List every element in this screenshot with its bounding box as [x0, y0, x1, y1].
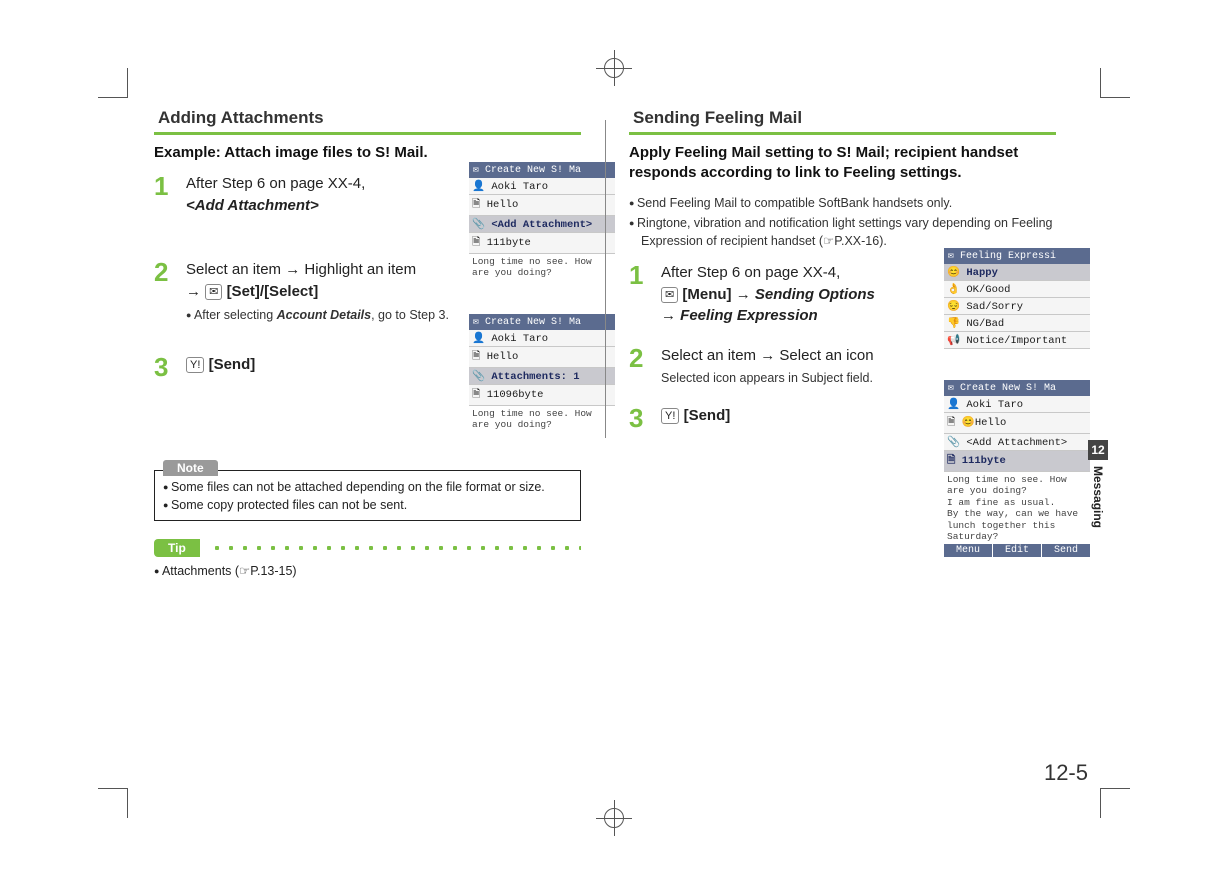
tip-line: Attachments (☞P.13-15) — [154, 563, 581, 578]
phone-screenshot-1-right: ✉ Feeling Expressi 😊 Happy 👌 OK/Good 😔 S… — [944, 248, 1090, 349]
screenshot-title: ✉ Create New S! Ma — [469, 314, 615, 330]
bullet-item: Send Feeling Mail to compatible SoftBank… — [629, 194, 1056, 212]
tip-label: Tip — [154, 539, 200, 557]
registration-mark-bottom — [596, 800, 632, 836]
mail-key-icon: ✉ — [661, 287, 678, 303]
step-number: 3 — [154, 354, 186, 380]
step-text: After Step 6 on page XX-4, — [186, 175, 365, 192]
step-number: 3 — [629, 405, 661, 431]
step-number: 2 — [629, 345, 661, 371]
screenshot-rows: 👤 Aoki Taro 🗎 😊Hello 📎 <Add Attachment> … — [944, 396, 1090, 472]
screenshot-title: ✉ Create New S! Ma — [469, 162, 615, 178]
right-column: Sending Feeling Mail Apply Feeling Mail … — [605, 100, 1080, 578]
intro-right: Apply Feeling Mail setting to S! Mail; r… — [629, 143, 1056, 184]
y-key-icon: Y! — [186, 357, 204, 373]
screenshot-row: 🗎 11096byte — [469, 385, 615, 406]
note-box: Note Some files can not be attached depe… — [154, 470, 581, 521]
screenshot-msg: Long time no see. How are you doing? — [469, 406, 615, 433]
tip-dots — [210, 545, 581, 551]
screenshot-row-highlight: 📎 <Add Attachment> — [469, 216, 615, 233]
key-label: [Set]/[Select] — [227, 283, 319, 300]
step-strong: <Add Attachment> — [186, 197, 319, 214]
step-text: After Step 6 on page XX-4, — [661, 264, 840, 281]
screenshot-row: 🗎 Hello — [469, 195, 615, 216]
key-label: [Send] — [684, 407, 731, 424]
intro-bullets: Send Feeling Mail to compatible SoftBank… — [629, 194, 1056, 250]
softkey-menu: Menu — [944, 544, 993, 557]
phone-screenshot-1-left: ✉ Create New S! Ma 👤 Aoki Taro 🗎 Hello 📎… — [469, 162, 615, 281]
note-line: Some copy protected files can not be sen… — [163, 497, 572, 515]
step-text-a: Select an item — [661, 347, 756, 364]
screenshot-row: 👤 Aoki Taro — [469, 178, 615, 195]
screenshot-row-highlight: 😊 Happy — [944, 264, 1090, 281]
crop-mark-bl — [98, 788, 128, 818]
screenshot-title: ✉ Create New S! Ma — [944, 380, 1090, 396]
y-key-icon: Y! — [661, 408, 679, 424]
step-strong: Sending Options — [755, 286, 875, 303]
chapter-number: 12 — [1088, 440, 1108, 460]
screenshot-row: 😔 Sad/Sorry — [944, 298, 1090, 315]
crop-mark-tr — [1100, 68, 1130, 98]
example-label: Example: Attach image files to S! Mail. — [154, 143, 581, 163]
subnote-strong: Account Details — [277, 308, 371, 322]
left-column: Adding Attachments Example: Attach image… — [130, 100, 605, 578]
screenshot-row: 👌 OK/Good — [944, 281, 1090, 298]
bullet-item: Ringtone, vibration and notification lig… — [629, 214, 1056, 250]
page-number: 12-5 — [1044, 760, 1088, 786]
step-text-a: Select an item — [186, 261, 281, 278]
screenshot-row: 📎 <Add Attachment> — [944, 434, 1090, 451]
side-chapter-tab: 12 Messaging — [1088, 440, 1108, 528]
step-number: 1 — [154, 173, 186, 199]
softkey-send: Send — [1042, 544, 1090, 557]
step-strong: Feeling Expression — [680, 307, 818, 324]
step-text-b: Select an icon — [779, 347, 873, 364]
key-label: [Send] — [209, 356, 256, 373]
screenshot-rows: 👤 Aoki Taro 🗎 Hello 📎 <Add Attachment> 🗎… — [469, 178, 615, 254]
registration-mark-top — [596, 50, 632, 86]
arrow-icon: → — [736, 286, 751, 303]
screenshot-row: 📢 Notice/Important — [944, 332, 1090, 349]
arrow-icon: → — [186, 283, 201, 300]
subnote-a: After selecting — [194, 308, 277, 322]
phone-screenshot-2-left: ✉ Create New S! Ma 👤 Aoki Taro 🗎 Hello 📎… — [469, 314, 615, 433]
arrow-icon: → — [285, 261, 300, 278]
crop-mark-br — [1100, 788, 1130, 818]
arrow-icon: → — [661, 307, 676, 324]
step-number: 2 — [154, 259, 186, 285]
screenshot-msg: Long time no see. How are you doing? I a… — [944, 472, 1090, 544]
screenshot-row-highlight: 📎 Attachments: 1 — [469, 368, 615, 385]
phone-screenshot-2-right: ✉ Create New S! Ma 👤 Aoki Taro 🗎 😊Hello … — [944, 380, 1090, 557]
mail-key-icon: ✉ — [205, 284, 222, 300]
crop-mark-tl — [98, 68, 128, 98]
screenshot-rows: 😊 Happy 👌 OK/Good 😔 Sad/Sorry 👎 NG/Bad 📢… — [944, 264, 1090, 349]
softkey-edit: Edit — [993, 544, 1042, 557]
screenshot-msg: Long time no see. How are you doing? — [469, 254, 615, 281]
step-number: 1 — [629, 262, 661, 288]
column-divider — [605, 120, 606, 438]
screenshot-row: 👤 Aoki Taro — [469, 330, 615, 347]
section-heading-right: Sending Feeling Mail — [629, 106, 1056, 135]
screenshot-title: ✉ Feeling Expressi — [944, 248, 1090, 264]
key-label: [Menu] — [682, 286, 731, 303]
subnote-b: , go to Step 3. — [371, 308, 449, 322]
screenshot-row: 👎 NG/Bad — [944, 315, 1090, 332]
screenshot-row: 🗎 😊Hello — [944, 413, 1090, 434]
note-body: Some files can not be attached depending… — [155, 479, 580, 520]
chapter-label: Messaging — [1091, 460, 1105, 528]
screenshot-row: 🗎 Hello — [469, 347, 615, 368]
screenshot-softkeys: Menu Edit Send — [944, 544, 1090, 557]
step-text-b: Highlight an item — [304, 261, 416, 278]
tip-row: Tip — [154, 539, 581, 557]
screenshot-rows: 👤 Aoki Taro 🗎 Hello 📎 Attachments: 1 🗎 1… — [469, 330, 615, 406]
arrow-icon: → — [760, 347, 775, 364]
note-label: Note — [163, 460, 218, 476]
page-content: Adding Attachments Example: Attach image… — [130, 100, 1080, 578]
section-heading-left: Adding Attachments — [154, 106, 581, 135]
screenshot-row: 👤 Aoki Taro — [944, 396, 1090, 413]
screenshot-row-highlight: 🗎 111byte — [944, 451, 1090, 472]
screenshot-row: 🗎 111byte — [469, 233, 615, 254]
note-line: Some files can not be attached depending… — [163, 479, 572, 497]
